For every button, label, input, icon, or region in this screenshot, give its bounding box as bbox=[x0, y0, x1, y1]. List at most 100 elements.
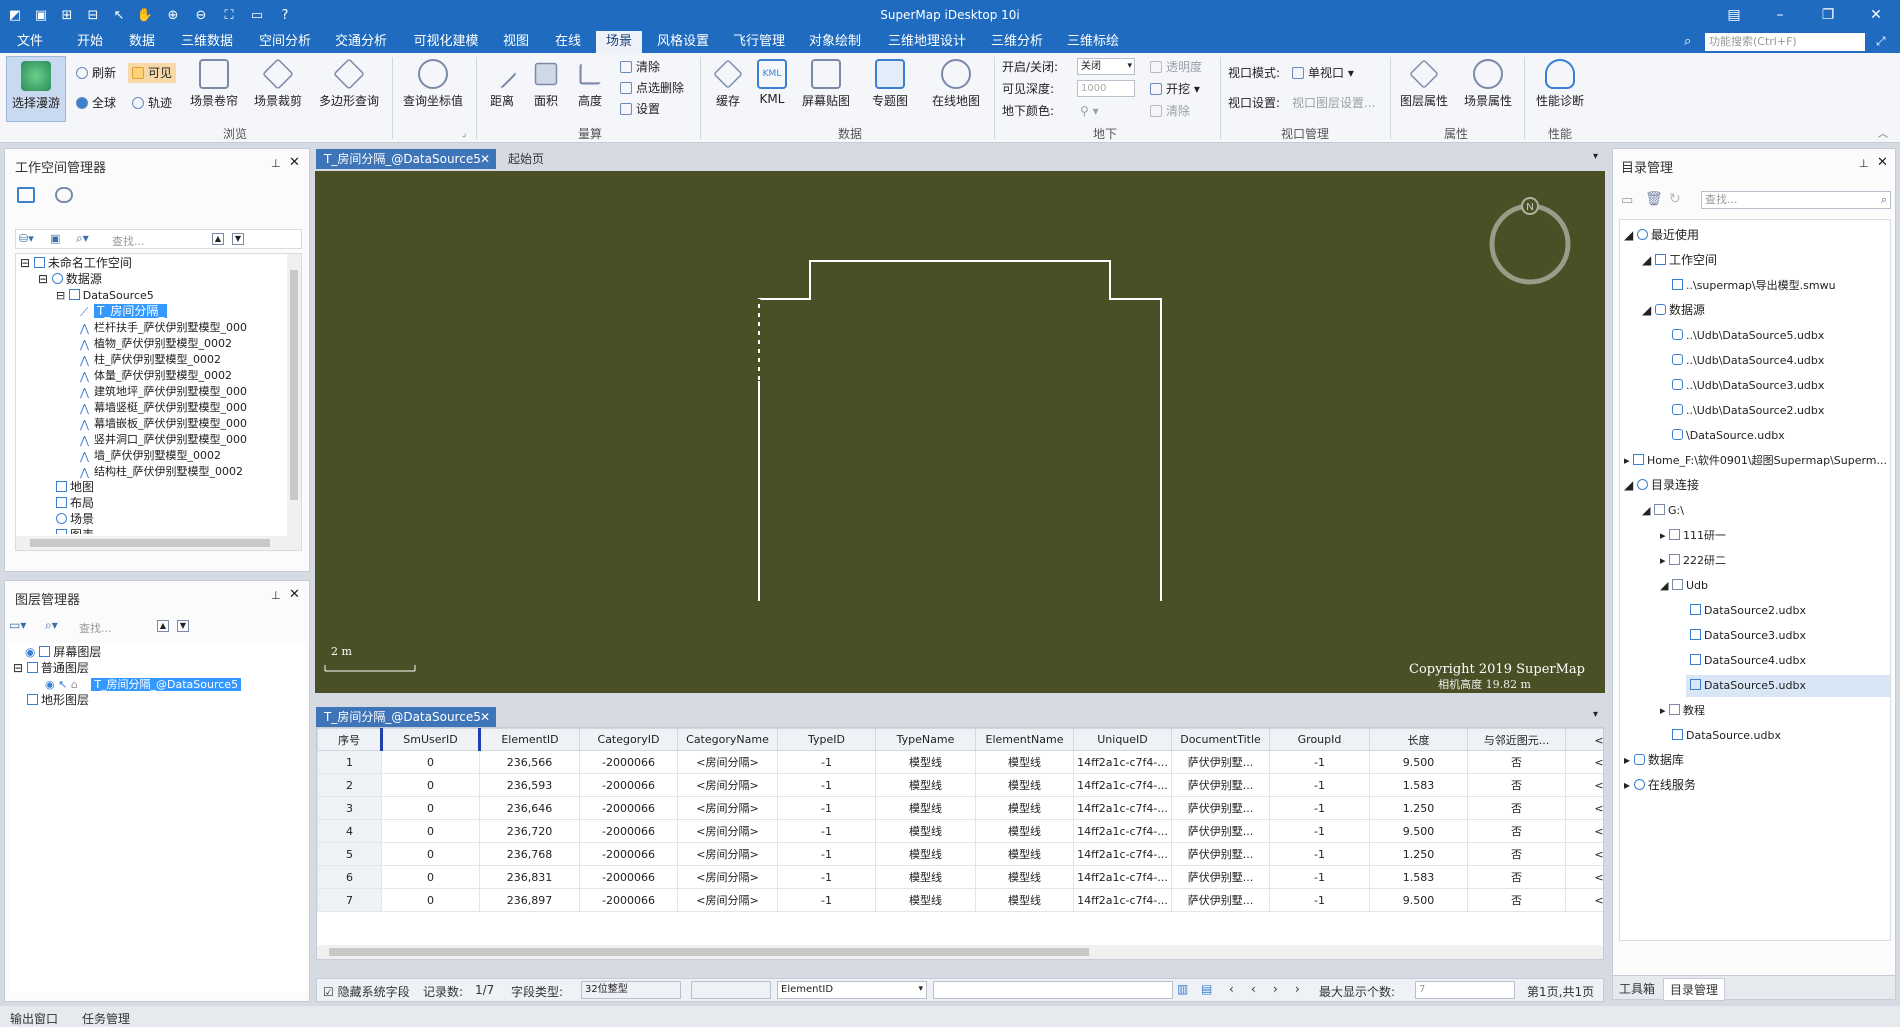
select-roam-button[interactable]: 选择漫游 bbox=[6, 56, 66, 122]
tree-node-maps[interactable]: 地图 bbox=[56, 480, 94, 495]
table-cell[interactable]: 0 bbox=[381, 750, 480, 774]
tab-task-management[interactable]: 任务管理 bbox=[82, 1010, 130, 1027]
table-cell[interactable]: 模型线 bbox=[975, 750, 1074, 774]
catalog-node-file[interactable]: ..\Udb\DataSource2.udbx bbox=[1672, 403, 1824, 418]
move-up-icon[interactable]: ▲ bbox=[212, 233, 224, 245]
table-cell[interactable]: 模型线 bbox=[875, 865, 976, 889]
column-header[interactable]: UniqueID bbox=[1073, 728, 1172, 751]
thematic-map-button[interactable]: 专题图 bbox=[862, 59, 918, 109]
table-cell[interactable]: 模型线 bbox=[875, 796, 976, 820]
table-cell[interactable]: 模型线 bbox=[975, 888, 1074, 912]
selectable-arrow-icon[interactable]: ↖ bbox=[58, 678, 67, 691]
eye-icon[interactable]: ◉ bbox=[45, 678, 55, 691]
tab-object-drawing[interactable]: 对象绘制 bbox=[800, 31, 870, 53]
close-icon[interactable]: ✕ bbox=[1877, 155, 1888, 170]
lock-icon[interactable]: ⌂ bbox=[71, 678, 78, 691]
last-page-icon[interactable]: › bbox=[1295, 982, 1300, 996]
row-number-cell[interactable]: 5 bbox=[317, 842, 382, 866]
tree-node-dataset[interactable]: ⋀ 幕墙竖梃_萨伏伊别墅模型_000 bbox=[80, 400, 247, 415]
column-header[interactable]: CategoryName bbox=[677, 728, 778, 751]
table-cell[interactable]: 1.583 bbox=[1369, 773, 1468, 797]
catalog-node-file[interactable]: ..\Udb\DataSource3.udbx bbox=[1672, 378, 1824, 393]
table-cell[interactable]: 0 bbox=[381, 865, 480, 889]
table-cell[interactable]: <房间分隔> bbox=[677, 819, 778, 843]
table-cell[interactable]: <房间分隔> bbox=[677, 865, 778, 889]
tree-node-dataset-selected[interactable]: ⟋ T_房间分隔_ bbox=[80, 304, 168, 319]
table-cell[interactable]: 14ff2a1c-c7f4-... bbox=[1073, 842, 1172, 866]
table-cell[interactable]: <房间分隔> bbox=[677, 773, 778, 797]
table-cell[interactable]: <房 bbox=[1565, 865, 1603, 889]
tab-3d-analysis[interactable]: 三维分析 bbox=[984, 31, 1050, 53]
table-cell[interactable]: 9.500 bbox=[1369, 750, 1468, 774]
table-row[interactable]: 4 0 236,720 -2000066 <房间分隔> -1 模型线 模型线 14ff2a1c-… bbox=[317, 819, 1603, 843]
column-header[interactable]: <房 bbox=[1565, 728, 1603, 751]
visible-button[interactable]: 可见 bbox=[128, 63, 177, 83]
cache-button[interactable]: 缓存 bbox=[708, 59, 748, 109]
tab-attribute-table[interactable]: T_房间分隔_@DataSource5 ✕ bbox=[316, 707, 496, 727]
close-icon[interactable]: ✕ bbox=[289, 155, 300, 170]
close-icon[interactable]: ✕ bbox=[289, 587, 300, 602]
catalog-node-online[interactable]: ▸ 在线服务 bbox=[1624, 778, 1696, 793]
distance-button[interactable]: 距离 bbox=[482, 59, 522, 109]
column-header[interactable]: 与邻近图元... bbox=[1467, 728, 1566, 751]
tree-node-scenes[interactable]: 场景 bbox=[56, 512, 94, 527]
table-cell[interactable]: 14ff2a1c-c7f4-... bbox=[1073, 819, 1172, 843]
table-cell[interactable]: 萨伏伊别墅... bbox=[1171, 796, 1270, 820]
table-cell[interactable]: 0 bbox=[381, 819, 480, 843]
search-icon[interactable]: ⌕▾ bbox=[76, 231, 89, 246]
excavate-button[interactable]: 开挖 ▾ bbox=[1150, 81, 1200, 97]
catalog-search-input[interactable]: 查找... ⌕ bbox=[1701, 191, 1891, 209]
table-cell[interactable]: 1.250 bbox=[1369, 796, 1468, 820]
catalog-node-file[interactable]: ..\Udb\DataSource5.udbx bbox=[1672, 328, 1824, 343]
tab-list-dropdown-icon[interactable]: ▾ bbox=[1593, 709, 1598, 720]
tab-visual-modeling[interactable]: 可视化建模 bbox=[404, 31, 488, 53]
clear-measure-button[interactable]: 清除 bbox=[620, 59, 660, 75]
tree-node-dataset[interactable]: ⋀ 栏杆扶手_萨伏伊别墅模型_000 bbox=[80, 320, 247, 335]
table-cell[interactable]: -1 bbox=[777, 888, 876, 912]
layer-node-normal[interactable]: ⊟ 普通图层 bbox=[13, 661, 89, 676]
table-row[interactable]: 2 0 236,593 -2000066 <房间分隔> -1 模型线 模型线 14ff2a1c-… bbox=[317, 773, 1603, 797]
table-cell[interactable]: 1.583 bbox=[1369, 865, 1468, 889]
viewport-layer-settings-button[interactable]: 视口图层设置... bbox=[1292, 95, 1375, 111]
minimize-icon[interactable]: – bbox=[1766, 4, 1794, 26]
row-number-cell[interactable]: 3 bbox=[317, 796, 382, 820]
table-cell[interactable]: -2000066 bbox=[579, 842, 678, 866]
table-horizontal-scrollbar[interactable] bbox=[317, 945, 1603, 959]
table-cell[interactable]: -1 bbox=[777, 796, 876, 820]
table-cell[interactable]: 14ff2a1c-c7f4-... bbox=[1073, 773, 1172, 797]
tab-online[interactable]: 在线 bbox=[546, 31, 590, 53]
table-cell[interactable]: 模型线 bbox=[975, 796, 1074, 820]
refresh-icon[interactable]: ↻ bbox=[1669, 191, 1681, 207]
catalog-node-databases[interactable]: ▸ 数据库 bbox=[1624, 753, 1684, 768]
first-page-icon[interactable]: ‹ bbox=[1229, 982, 1234, 996]
tab-view[interactable]: 视图 bbox=[494, 31, 538, 53]
tree-node-datasource5[interactable]: ⊟ DataSource5 bbox=[56, 288, 154, 303]
table-row[interactable]: 1 0 236,566 -2000066 <房间分隔> -1 模型线 模型线 14ff2a1c-… bbox=[317, 750, 1603, 774]
table-cell[interactable]: <房 bbox=[1565, 773, 1603, 797]
column-header[interactable]: CategoryID bbox=[579, 728, 678, 751]
tab-catalog-manager[interactable]: 目录管理 bbox=[1663, 978, 1726, 1001]
table-cell[interactable]: 否 bbox=[1467, 796, 1566, 820]
table-row[interactable]: 6 0 236,831 -2000066 <房间分隔> -1 模型线 模型线 14ff2a1c-… bbox=[317, 865, 1603, 889]
max-display-input[interactable]: 7 bbox=[1415, 981, 1515, 999]
column-header[interactable]: TypeID bbox=[777, 728, 876, 751]
table-cell[interactable]: <房 bbox=[1565, 819, 1603, 843]
tree-node-layouts[interactable]: 布局 bbox=[56, 496, 94, 511]
vertical-scrollbar[interactable] bbox=[287, 254, 301, 536]
table-cell[interactable]: 萨伏伊别墅... bbox=[1171, 865, 1270, 889]
column-header[interactable]: SmUserID bbox=[380, 728, 480, 751]
table-cell[interactable]: 模型线 bbox=[875, 842, 976, 866]
column-header[interactable]: DocumentTitle bbox=[1171, 728, 1270, 751]
height-button[interactable]: 高度 bbox=[570, 59, 610, 109]
table-cell[interactable]: 否 bbox=[1467, 773, 1566, 797]
table-cell[interactable]: 0 bbox=[381, 888, 480, 912]
refresh-button[interactable]: 刷新 bbox=[76, 65, 116, 81]
workspace-icon[interactable] bbox=[17, 187, 35, 203]
underground-color-picker[interactable]: ⚲ ▾ bbox=[1080, 103, 1099, 119]
table-cell[interactable]: 0 bbox=[381, 842, 480, 866]
table-cell[interactable]: 萨伏伊别墅... bbox=[1171, 842, 1270, 866]
tree-node-dataset[interactable]: ⋀ 体量_萨伏伊别墅模型_0002 bbox=[80, 368, 232, 383]
new-folder-icon[interactable]: ▭ bbox=[1621, 193, 1633, 208]
visible-depth-input[interactable]: 1000 bbox=[1077, 80, 1135, 97]
catalog-node-folder[interactable]: ▸ 222研二 bbox=[1660, 553, 1726, 568]
